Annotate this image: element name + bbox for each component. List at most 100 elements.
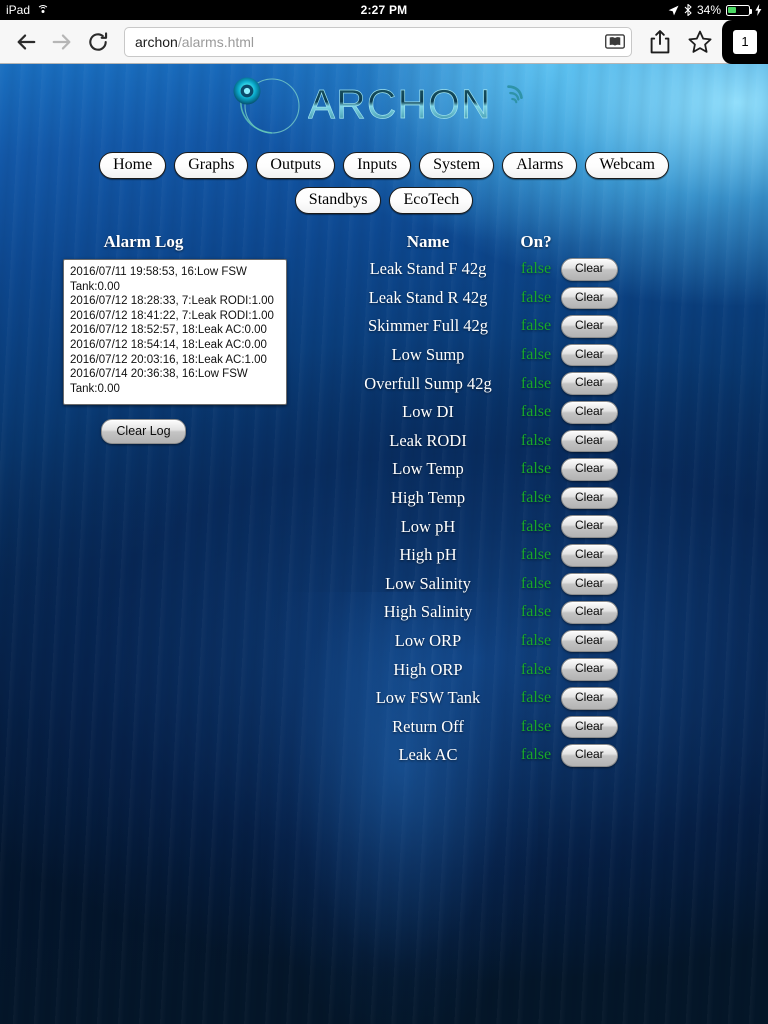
alarm-name: High ORP [345,655,511,684]
clear-alarm-button[interactable]: Clear [561,573,618,596]
alarm-table: Name On? Leak Stand F 42gfalseClearLeak … [345,232,768,770]
clear-alarm-button[interactable]: Clear [561,430,618,453]
share-icon [650,30,670,54]
nav-item-ecotech[interactable]: EcoTech [389,187,473,214]
alarm-action-cell: Clear [561,598,768,627]
alarm-name: Low DI [345,398,511,427]
alarm-state-value: false [511,427,561,456]
bookmark-star-icon [688,30,712,54]
alarm-action-cell: Clear [561,512,768,541]
alarm-action-cell: Clear [561,255,768,284]
nav-item-inputs[interactable]: Inputs [343,152,411,179]
alarm-name: Skimmer Full 42g [345,312,511,341]
alarm-row: Low pHfalseClear [345,512,768,541]
nav-item-alarms[interactable]: Alarms [502,152,577,179]
forward-arrow-icon [51,31,73,53]
alarm-action-cell: Clear [561,369,768,398]
clear-alarm-button[interactable]: Clear [561,544,618,567]
column-header-on: On? [511,232,561,255]
bluetooth-icon [684,4,692,16]
archon-spiral-logo-icon [230,74,304,136]
alarm-row: Leak RODIfalseClear [345,427,768,456]
reload-icon [87,31,109,53]
battery-icon [726,5,750,16]
alarm-state-value: false [511,713,561,742]
tab-switcher-button[interactable]: 1 [722,20,768,64]
tab-count-label: 1 [733,30,757,54]
nav-item-outputs[interactable]: Outputs [256,152,335,179]
alarm-action-cell: Clear [561,341,768,370]
alarm-name: Low Salinity [345,570,511,599]
nav-item-standbys[interactable]: Standbys [295,187,382,214]
clear-log-button[interactable]: Clear Log [101,419,185,444]
clear-alarm-button[interactable]: Clear [561,458,618,481]
alarm-row: Overfull Sump 42gfalseClear [345,369,768,398]
alarm-state-value: false [511,369,561,398]
alarm-row: Low SalinityfalseClear [345,570,768,599]
clear-alarm-button[interactable]: Clear [561,258,618,281]
alarm-name: Overfull Sump 42g [345,369,511,398]
ios-status-bar: iPad 2:27 PM 34% [0,0,768,20]
alarm-row: Skimmer Full 42gfalseClear [345,312,768,341]
alarm-state-value: false [511,341,561,370]
alarm-action-cell: Clear [561,427,768,456]
share-button[interactable] [640,22,680,62]
clear-alarm-button[interactable]: Clear [561,601,618,624]
alarm-list-panel: Name On? Leak Stand F 42gfalseClearLeak … [345,232,768,770]
back-button[interactable] [8,24,44,60]
clear-alarm-button[interactable]: Clear [561,487,618,510]
column-header-action [561,232,768,255]
alarm-name: Low Temp [345,455,511,484]
alarm-state-value: false [511,398,561,427]
nav-item-graphs[interactable]: Graphs [174,152,248,179]
alarm-row: Low FSW TankfalseClear [345,684,768,713]
alarm-row: High pHfalseClear [345,541,768,570]
alarm-action-cell: Clear [561,541,768,570]
battery-percent-label: 34% [697,3,721,17]
reload-button[interactable] [80,24,116,60]
page-content: Alarm Log 2016/07/11 19:58:53, 16:Low FS… [0,214,768,770]
alarm-row: High ORPfalseClear [345,655,768,684]
alarm-row: Leak Stand F 42gfalseClear [345,255,768,284]
page-body: ARCHON Home Graphs Outputs Inputs System… [0,64,768,1024]
forward-button[interactable] [44,24,80,60]
alarm-row: Return OfffalseClear [345,713,768,742]
alarm-row: Leak ACfalseClear [345,741,768,770]
alarm-table-body: Leak Stand F 42gfalseClearLeak Stand R 4… [345,255,768,770]
alarm-row: High SalinityfalseClear [345,598,768,627]
nav-item-home[interactable]: Home [99,152,166,179]
clear-log-row: Clear Log [0,419,345,444]
address-bar[interactable]: archon/alarms.html [124,27,632,57]
location-arrow-icon [668,5,679,16]
alarm-table-header-row: Name On? [345,232,768,255]
alarm-row: High TempfalseClear [345,484,768,513]
back-arrow-icon [15,31,37,53]
alarm-log-textarea[interactable]: 2016/07/11 19:58:53, 16:Low FSW Tank:0.0… [63,259,287,405]
bookmark-button[interactable] [680,22,720,62]
clear-alarm-button[interactable]: Clear [561,344,618,367]
status-bar-clock: 2:27 PM [0,3,768,17]
clear-alarm-button[interactable]: Clear [561,401,618,424]
alarm-state-value: false [511,627,561,656]
main-navigation: Home Graphs Outputs Inputs System Alarms… [94,146,674,214]
clear-alarm-button[interactable]: Clear [561,287,618,310]
reader-view-icon[interactable] [605,34,625,49]
clear-alarm-button[interactable]: Clear [561,687,618,710]
clear-alarm-button[interactable]: Clear [561,630,618,653]
alarm-row: Low SumpfalseClear [345,341,768,370]
alarm-name: Leak Stand R 42g [345,284,511,313]
alarm-name: Leak RODI [345,427,511,456]
nav-item-webcam[interactable]: Webcam [585,152,669,179]
clear-alarm-button[interactable]: Clear [561,515,618,538]
url-host: archon [135,34,178,50]
alarm-name: Low pH [345,512,511,541]
clear-alarm-button[interactable]: Clear [561,315,618,338]
alarm-state-value: false [511,598,561,627]
clear-alarm-button[interactable]: Clear [561,658,618,681]
alarm-state-value: false [511,284,561,313]
nav-item-system[interactable]: System [419,152,494,179]
clear-alarm-button[interactable]: Clear [561,744,618,767]
clear-alarm-button[interactable]: Clear [561,716,618,739]
clear-alarm-button[interactable]: Clear [561,372,618,395]
browser-toolbar: archon/alarms.html 1 [0,20,768,64]
